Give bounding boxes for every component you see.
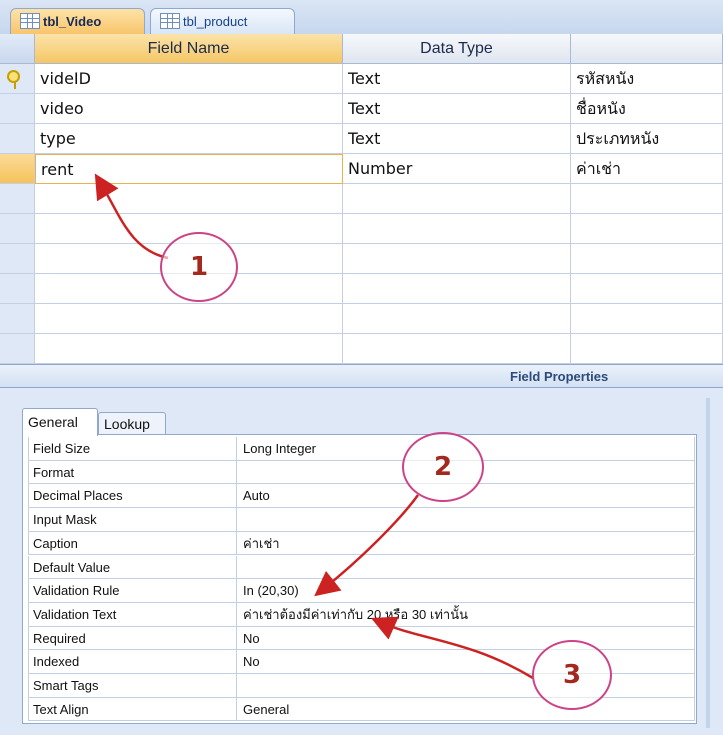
tab-lookup[interactable]: Lookup	[98, 412, 166, 434]
empty-row[interactable]	[0, 304, 723, 334]
data-type-cell[interactable]: Text	[343, 124, 571, 154]
data-type-cell[interactable]	[343, 274, 571, 304]
description-cell[interactable]: ค่าเช่า	[571, 154, 723, 184]
property-row[interactable]: Format	[23, 460, 698, 485]
property-name: Validation Text	[28, 602, 237, 627]
property-name: Decimal Places	[28, 484, 237, 509]
data-type-cell[interactable]	[343, 304, 571, 334]
data-type-cell[interactable]	[343, 244, 571, 274]
property-row[interactable]: Input Mask	[23, 508, 698, 532]
property-name: Validation Rule	[28, 579, 237, 603]
property-value[interactable]: No	[237, 650, 695, 674]
field-properties-label: Field Properties	[510, 369, 609, 384]
field-name-cell[interactable]: rent	[35, 154, 343, 184]
property-value[interactable]: ค่าเช่าต้องมีค่าเท่ากับ 20 หรือ 30 เท่าน…	[237, 602, 695, 627]
row-selector[interactable]	[0, 244, 35, 274]
description-cell[interactable]	[571, 214, 723, 244]
description-cell[interactable]	[571, 274, 723, 304]
description-cell[interactable]: ประเภทหนัง	[571, 124, 723, 154]
field-name-cell[interactable]	[35, 304, 343, 334]
help-pane-edge	[706, 398, 710, 728]
property-name: Caption	[28, 531, 237, 556]
primary-key-icon	[7, 70, 20, 89]
table-design-window: tbl_Video tbl_product Field Name Data Ty…	[0, 0, 723, 735]
annotation-marker-3: 3	[532, 640, 612, 710]
row-selector[interactable]	[0, 154, 35, 184]
annotation-marker-2: 2	[402, 432, 484, 502]
field-name-cell[interactable]	[35, 184, 343, 214]
empty-row[interactable]	[0, 214, 723, 244]
row-selector[interactable]	[0, 124, 35, 154]
row-selector[interactable]	[0, 214, 35, 244]
data-type-cell[interactable]	[343, 184, 571, 214]
property-value[interactable]	[237, 508, 695, 532]
description-cell[interactable]	[571, 334, 723, 364]
property-row[interactable]: Validation Text ค่าเช่าต้องมีค่าเท่ากับ 2…	[23, 602, 698, 627]
property-name: Text Align	[28, 697, 237, 722]
row-selector[interactable]	[0, 64, 35, 94]
table-row-selected[interactable]: rent Number ค่าเช่า	[0, 154, 723, 184]
table-icon	[20, 13, 40, 29]
property-value[interactable]: No	[237, 626, 695, 651]
field-name-cell[interactable]	[35, 334, 343, 364]
object-tab-strip: tbl_Video tbl_product	[0, 0, 723, 35]
field-properties-pane: General Lookup Field Size Long Integer Fo…	[0, 388, 723, 735]
property-row[interactable]: Decimal Places Auto	[23, 484, 698, 509]
description-header[interactable]	[571, 34, 723, 64]
row-selector-header[interactable]	[0, 34, 35, 64]
field-name-header[interactable]: Field Name	[35, 34, 343, 64]
data-type-cell[interactable]	[343, 214, 571, 244]
annotation-marker-1: 1	[160, 232, 238, 302]
row-selector[interactable]	[0, 274, 35, 304]
empty-row[interactable]	[0, 184, 723, 214]
field-properties-bar: Field Properties	[0, 364, 723, 388]
empty-row[interactable]	[0, 244, 723, 274]
property-name: Required	[28, 626, 237, 651]
field-name-cell[interactable]: type	[35, 124, 343, 154]
tab-label: tbl_Video	[43, 14, 102, 29]
property-row[interactable]: Default Value	[23, 555, 698, 580]
tab-label: tbl_product	[183, 14, 248, 29]
table-row[interactable]: videID Text รหัสหนัง	[0, 64, 723, 94]
description-cell[interactable]	[571, 184, 723, 214]
empty-row[interactable]	[0, 274, 723, 304]
property-row[interactable]: Validation Rule In (20,30)	[23, 579, 698, 603]
data-type-cell[interactable]: Text	[343, 94, 571, 124]
data-type-cell[interactable]	[343, 334, 571, 364]
field-name-cell[interactable]: video	[35, 94, 343, 124]
table-icon	[160, 13, 180, 29]
tab-general[interactable]: General	[22, 408, 98, 436]
data-type-cell[interactable]: Number	[343, 154, 571, 184]
description-cell[interactable]: รหัสหนัง	[571, 64, 723, 94]
row-selector[interactable]	[0, 94, 35, 124]
row-selector[interactable]	[0, 334, 35, 364]
tab-tbl-video[interactable]: tbl_Video	[10, 8, 145, 34]
row-selector[interactable]	[0, 304, 35, 334]
tab-tbl-product[interactable]: tbl_product	[150, 8, 295, 34]
property-value[interactable]: In (20,30)	[237, 579, 695, 603]
property-value[interactable]: General	[237, 697, 695, 722]
table-row[interactable]: video Text ชื่อหนัง	[0, 94, 723, 124]
property-name: Default Value	[28, 555, 237, 580]
property-name: Smart Tags	[28, 674, 237, 698]
property-name: Indexed	[28, 650, 237, 674]
row-selector[interactable]	[0, 184, 35, 214]
data-type-cell[interactable]: Text	[343, 64, 571, 94]
property-row[interactable]: Caption ค่าเช่า	[23, 531, 698, 556]
empty-row[interactable]	[0, 334, 723, 364]
description-cell[interactable]	[571, 244, 723, 274]
field-name-cell[interactable]: videID	[35, 64, 343, 94]
property-row[interactable]: Field Size Long Integer	[23, 437, 698, 461]
property-value[interactable]: ค่าเช่า	[237, 531, 695, 556]
property-name: Field Size	[28, 437, 237, 461]
data-type-header[interactable]: Data Type	[343, 34, 571, 64]
table-row[interactable]: type Text ประเภทหนัง	[0, 124, 723, 154]
property-name: Format	[28, 460, 237, 485]
field-design-grid: Field Name Data Type videID Text รหัสหนั…	[0, 34, 723, 388]
description-cell[interactable]: ชื่อหนัง	[571, 94, 723, 124]
description-cell[interactable]	[571, 304, 723, 334]
property-value[interactable]	[237, 674, 695, 698]
property-name: Input Mask	[28, 508, 237, 532]
property-value[interactable]	[237, 555, 695, 580]
